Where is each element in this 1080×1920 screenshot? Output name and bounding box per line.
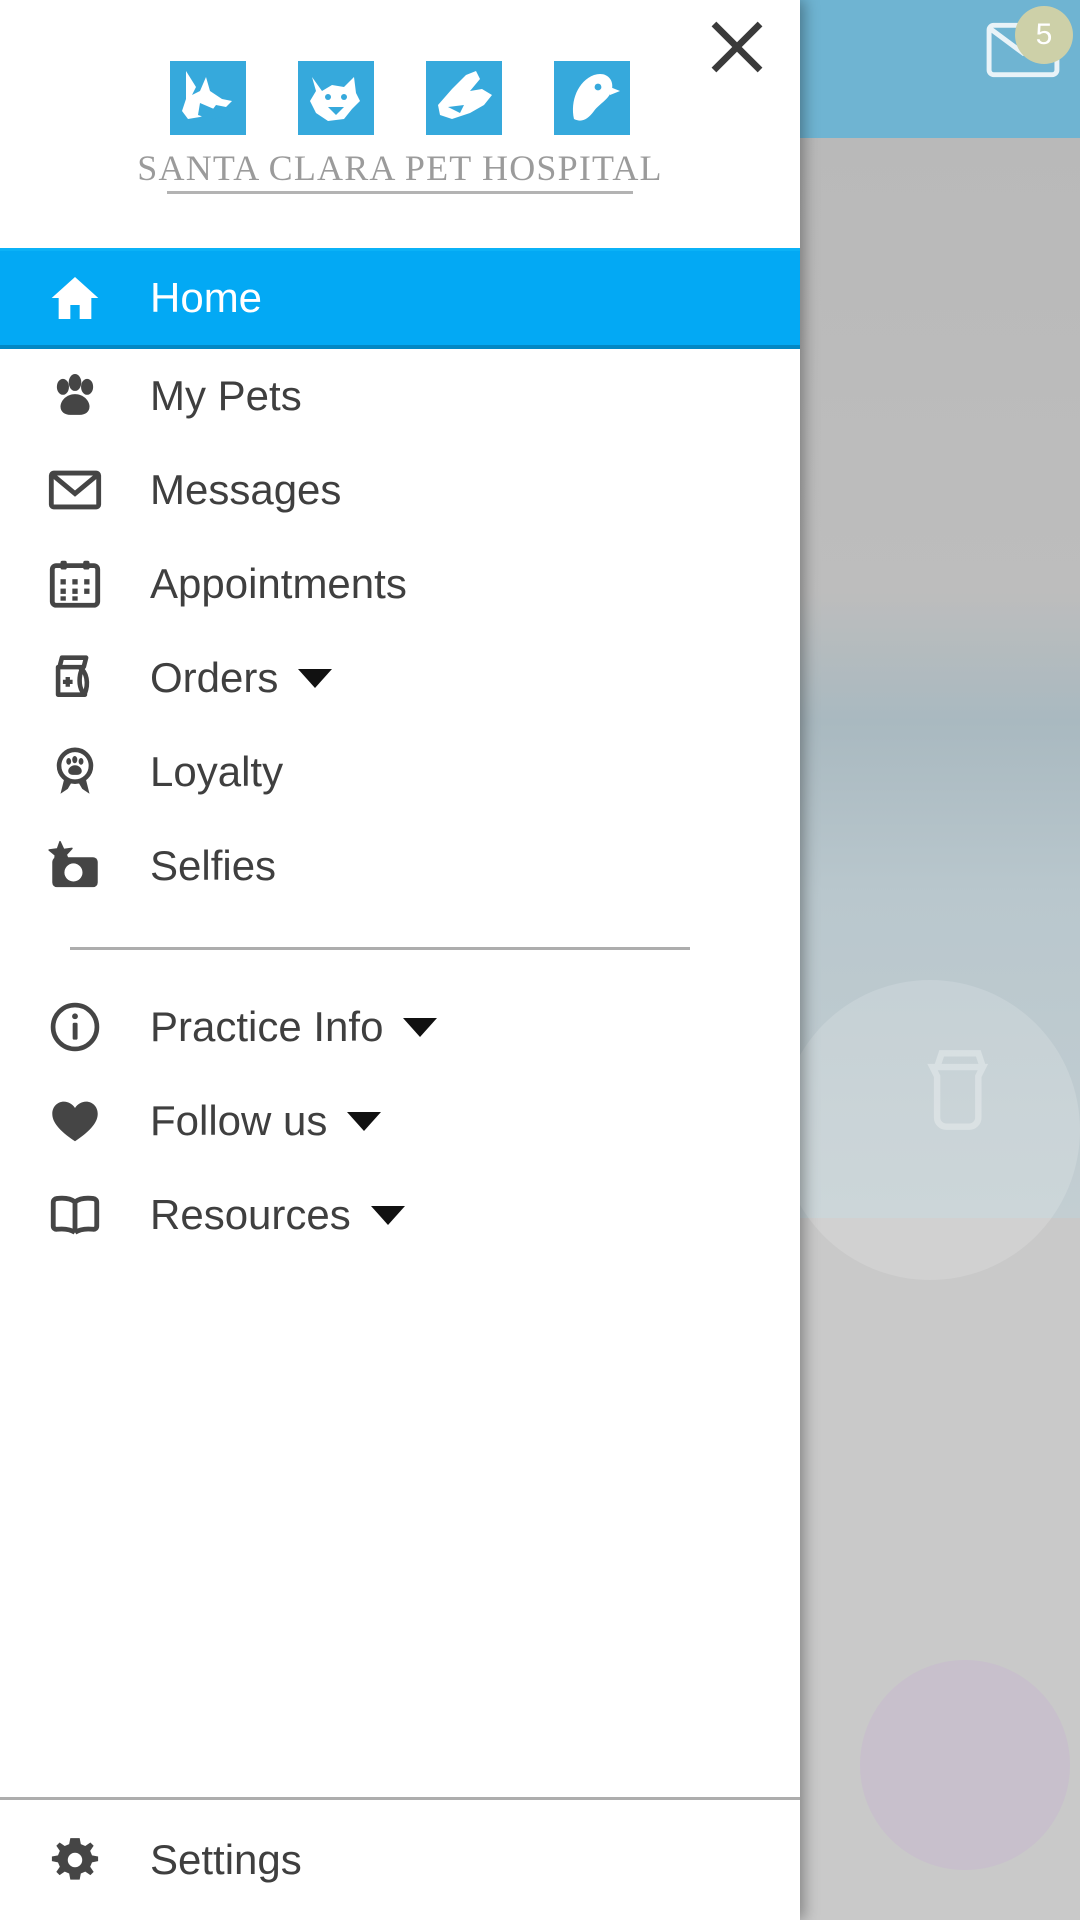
rabbit-head-icon (426, 60, 502, 135)
dog-head-icon (170, 60, 246, 135)
sidebar-item-practice-info[interactable]: Practice Info (0, 980, 800, 1074)
sidebar-item-messages[interactable]: Messages (0, 443, 800, 537)
logo-animal-tiles (170, 55, 630, 135)
backdrop-circle-decor-2 (860, 1660, 1070, 1870)
drawer-nav: Home My Pets Messages Appointments Order… (0, 248, 800, 1920)
sidebar-item-label: Orders (150, 654, 279, 701)
cat-head-icon (298, 60, 374, 135)
bird-head-icon (554, 60, 630, 135)
envelope-icon (0, 461, 150, 519)
chevron-down-icon[interactable] (403, 1017, 438, 1037)
app-root: 5 SANTA CLARA PET HOSPITAL Home My Pets … (0, 0, 1080, 1920)
sidebar-item-follow-us[interactable]: Follow us (0, 1074, 800, 1168)
brand-name: SANTA CLARA PET HOSPITAL (137, 147, 663, 188)
navigation-drawer: SANTA CLARA PET HOSPITAL Home My Pets Me… (0, 0, 800, 1920)
close-icon (711, 21, 763, 73)
sidebar-item-label: Home (150, 274, 263, 321)
chevron-down-icon[interactable] (298, 668, 333, 688)
sidebar-item-resources[interactable]: Resources (0, 1168, 800, 1262)
nav-divider (70, 947, 690, 950)
drawer-logo-header: SANTA CLARA PET HOSPITAL (0, 0, 800, 248)
info-circle-icon (0, 999, 150, 1055)
chevron-down-icon[interactable] (347, 1111, 382, 1131)
close-drawer-button[interactable] (698, 8, 776, 86)
message-count-badge: 5 (1015, 6, 1073, 64)
sidebar-item-label: Resources (150, 1191, 351, 1238)
sidebar-item-label: Settings (150, 1836, 302, 1883)
food-bag-icon (0, 649, 150, 707)
sidebar-item-label: Selfies (150, 842, 277, 889)
camera-star-icon (0, 835, 150, 897)
brand-logo: SANTA CLARA PET HOSPITAL (137, 55, 662, 194)
book-icon (0, 1186, 150, 1244)
home-icon (0, 270, 150, 326)
sidebar-item-selfies[interactable]: Selfies (0, 819, 800, 913)
sidebar-item-home[interactable]: Home (0, 248, 800, 349)
paw-icon (0, 367, 150, 425)
sidebar-item-label: My Pets (150, 372, 302, 419)
sidebar-item-label: Follow us (150, 1097, 328, 1144)
calendar-icon (0, 555, 150, 613)
heart-icon (0, 1092, 150, 1150)
food-bag-icon (927, 1050, 989, 1130)
chevron-down-icon[interactable] (370, 1205, 405, 1225)
sidebar-item-appointments[interactable]: Appointments (0, 537, 800, 631)
sidebar-item-label: Appointments (150, 560, 407, 607)
sidebar-item-label: Loyalty (150, 748, 284, 795)
gear-icon (0, 1832, 150, 1888)
sidebar-item-loyalty[interactable]: Loyalty (0, 725, 800, 819)
sidebar-item-label: Practice Info (150, 1003, 384, 1050)
sidebar-item-label: Messages (150, 466, 342, 513)
sidebar-item-settings[interactable]: Settings (0, 1800, 800, 1920)
award-paw-icon (0, 743, 150, 801)
sidebar-item-my-pets[interactable]: My Pets (0, 349, 800, 443)
brand-underline (167, 190, 633, 194)
sidebar-item-orders[interactable]: Orders (0, 631, 800, 725)
